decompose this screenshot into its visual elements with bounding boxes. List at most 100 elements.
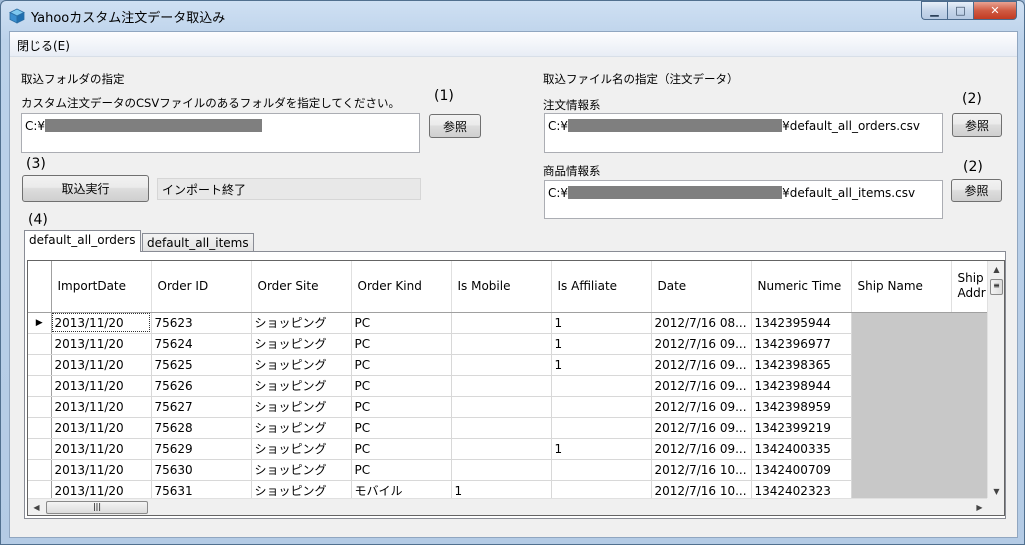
redacted-cell[interactable]	[851, 312, 952, 334]
redacted-cell[interactable]	[951, 459, 993, 481]
table-cell[interactable]: 75624	[151, 333, 252, 355]
redacted-cell[interactable]	[951, 354, 993, 376]
table-cell[interactable]	[451, 333, 552, 355]
table-cell[interactable]: PC	[351, 417, 452, 439]
table-cell[interactable]: PC	[351, 396, 452, 418]
table-cell[interactable]: PC	[351, 312, 452, 334]
col-header[interactable]: Order ID	[151, 261, 252, 313]
table-cell[interactable]: ショッピング	[251, 354, 352, 376]
table-cell[interactable]: PC	[351, 375, 452, 397]
table-cell[interactable]: 1	[551, 354, 652, 376]
table-cell[interactable]: 1342400709	[751, 459, 852, 481]
row-header[interactable]	[28, 438, 52, 460]
table-cell[interactable]: 75626	[151, 375, 252, 397]
tab-default-all-orders[interactable]: default_all_orders	[24, 230, 141, 252]
table-cell[interactable]: 1342398365	[751, 354, 852, 376]
table-cell[interactable]: 2012/7/16 09...	[651, 375, 752, 397]
table-cell[interactable]: ショッピング	[251, 375, 352, 397]
table-cell[interactable]: 1	[551, 312, 652, 334]
vertical-scroll-thumb[interactable]: ≡	[990, 279, 1003, 295]
minimize-button[interactable]: ▁	[921, 1, 947, 20]
redacted-cell[interactable]	[851, 375, 952, 397]
items-browse-button[interactable]: 参照	[951, 179, 1002, 202]
table-cell[interactable]	[451, 417, 552, 439]
table-cell[interactable]: 2012/7/16 08...	[651, 312, 752, 334]
row-header[interactable]	[28, 459, 52, 481]
table-cell[interactable]: 1	[551, 438, 652, 460]
table-cell[interactable]: 2013/11/20	[51, 354, 152, 376]
close-window-button[interactable]: ✕	[973, 1, 1017, 20]
table-cell[interactable]: 2013/11/20	[51, 375, 152, 397]
row-header[interactable]	[28, 417, 52, 439]
table-cell[interactable]: 1342398959	[751, 396, 852, 418]
redacted-cell[interactable]	[851, 459, 952, 481]
table-cell[interactable]: 75623	[151, 312, 252, 334]
redacted-cell[interactable]	[851, 417, 952, 439]
table-cell[interactable]: 75629	[151, 438, 252, 460]
scroll-up-icon[interactable]: ▲	[988, 261, 1004, 278]
redacted-cell[interactable]	[851, 438, 952, 460]
col-header[interactable]: Order Site	[251, 261, 352, 313]
table-cell[interactable]	[451, 438, 552, 460]
col-header[interactable]: Date	[651, 261, 752, 313]
table-cell[interactable]: 1342398944	[751, 375, 852, 397]
row-header[interactable]	[28, 354, 52, 376]
vertical-scrollbar[interactable]: ▲ ≡ ▼	[987, 261, 1004, 500]
table-row[interactable]: 2013/11/20 75627 ショッピング PC 2012/7/16 09... 13…	[28, 396, 993, 418]
table-cell[interactable]: 2012/7/16 09...	[651, 354, 752, 376]
redacted-cell[interactable]	[951, 312, 993, 334]
col-header[interactable]: Ship Addr	[951, 261, 993, 313]
folder-path-input[interactable]: C:¥	[21, 113, 420, 153]
table-row[interactable]: 2013/11/20 75630 ショッピング PC 2012/7/16 10... 13…	[28, 459, 993, 481]
table-cell[interactable]: 2012/7/16 09...	[651, 438, 752, 460]
table-cell[interactable]: 75630	[151, 459, 252, 481]
col-header[interactable]: ImportDate	[51, 261, 152, 313]
table-cell[interactable]: 75627	[151, 396, 252, 418]
orders-browse-button[interactable]: 参照	[952, 113, 1002, 137]
table-cell[interactable]: 2012/7/16 09...	[651, 396, 752, 418]
scroll-right-icon[interactable]: ▶	[971, 499, 988, 515]
table-row[interactable]: 2013/11/20 75625 ショッピング PC 1 2012/7/16 09... 1…	[28, 354, 993, 376]
table-cell[interactable]	[551, 459, 652, 481]
maximize-button[interactable]: □	[947, 1, 973, 20]
orders-file-input[interactable]: C:¥ ¥default_all_orders.csv	[544, 113, 943, 153]
table-cell[interactable]	[451, 459, 552, 481]
table-cell[interactable]: PC	[351, 438, 452, 460]
menu-close[interactable]: 閉じる(E)	[17, 37, 70, 54]
horizontal-scroll-thumb[interactable]: |||	[46, 501, 148, 514]
row-header[interactable]	[28, 375, 52, 397]
items-file-input[interactable]: C:¥ ¥default_all_items.csv	[544, 180, 943, 219]
table-cell[interactable]	[451, 354, 552, 376]
col-header[interactable]: Ship Name	[851, 261, 952, 313]
table-cell[interactable]: ショッピング	[251, 459, 352, 481]
redacted-cell[interactable]	[851, 354, 952, 376]
table-cell[interactable]: 2013/11/20	[51, 438, 152, 460]
table-cell[interactable]: 2013/11/20	[51, 333, 152, 355]
table-row[interactable]: 2013/11/20 75629 ショッピング PC 1 2012/7/16 09... 1…	[28, 438, 993, 460]
table-cell[interactable]	[451, 396, 552, 418]
table-row[interactable]: 2013/11/20 75624 ショッピング PC 1 2012/7/16 09... 1…	[28, 333, 993, 355]
table-cell[interactable]: 2012/7/16 09...	[651, 333, 752, 355]
table-cell[interactable]: ショッピング	[251, 417, 352, 439]
col-header[interactable]: Order Kind	[351, 261, 452, 313]
table-cell[interactable]: 2013/11/20	[51, 417, 152, 439]
row-header[interactable]	[28, 333, 52, 355]
redacted-cell[interactable]	[951, 417, 993, 439]
table-cell[interactable]: 75625	[151, 354, 252, 376]
table-cell[interactable]: 1342399219	[751, 417, 852, 439]
horizontal-scrollbar[interactable]: ◀ ||| ▶	[28, 498, 988, 515]
table-cell[interactable]: 1342396977	[751, 333, 852, 355]
row-header[interactable]: ▶	[28, 312, 52, 334]
table-cell[interactable]	[551, 396, 652, 418]
table-cell[interactable]: ショッピング	[251, 438, 352, 460]
redacted-cell[interactable]	[951, 333, 993, 355]
table-row[interactable]: 2013/11/20 75628 ショッピング PC 2012/7/16 09... 13…	[28, 417, 993, 439]
table-cell[interactable]: 75628	[151, 417, 252, 439]
tab-default-all-items[interactable]: default_all_items	[142, 233, 254, 252]
table-cell[interactable]: 2012/7/16 10...	[651, 459, 752, 481]
table-row[interactable]: ▶ 2013/11/20 75623 ショッピング PC 1 2012/7/16 08...…	[28, 312, 993, 334]
redacted-cell[interactable]	[851, 333, 952, 355]
col-header[interactable]: Numeric Time	[751, 261, 852, 313]
table-cell[interactable]: PC	[351, 354, 452, 376]
table-cell[interactable]: 1	[551, 333, 652, 355]
